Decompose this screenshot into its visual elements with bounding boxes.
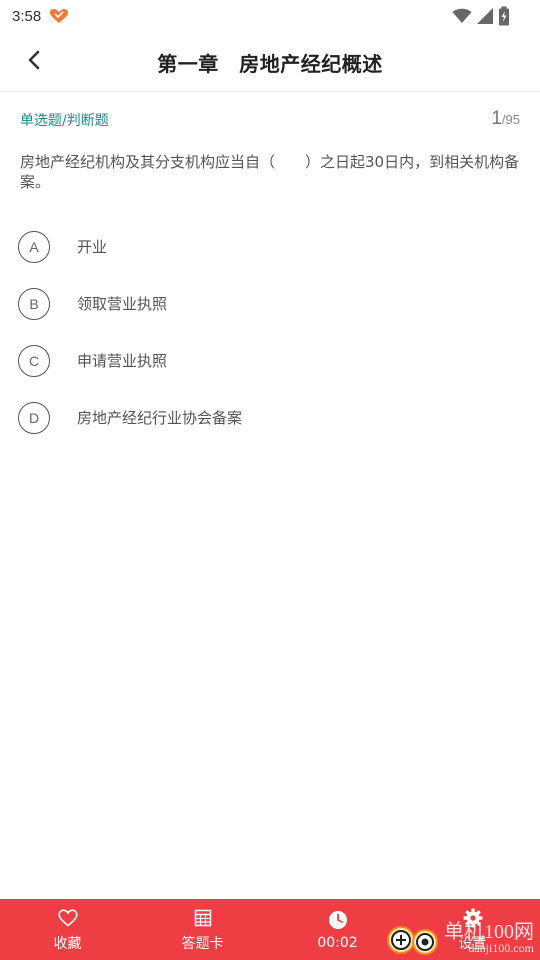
favorite-label: 收藏 bbox=[53, 935, 82, 952]
option-d[interactable]: D 房地产经纪行业协会备案 bbox=[18, 389, 518, 446]
clock-icon bbox=[327, 909, 349, 931]
option-letter: D bbox=[18, 401, 50, 434]
question-progress: 1/95 bbox=[491, 108, 520, 130]
option-letter: A bbox=[18, 230, 50, 263]
option-letter: B bbox=[18, 287, 50, 320]
calendar-grid-icon bbox=[192, 907, 214, 929]
page-title: 第一章 房地产经纪概述 bbox=[157, 52, 383, 76]
status-bar: 3:58 bbox=[0, 0, 540, 32]
status-time: 3:58 bbox=[12, 7, 42, 25]
option-text: 申请营业执照 bbox=[77, 352, 168, 370]
option-c[interactable]: C 申请营业执照 bbox=[18, 332, 518, 389]
option-text: 开业 bbox=[77, 238, 108, 256]
gear-icon bbox=[462, 907, 484, 929]
timer-label: 00:02 bbox=[317, 934, 358, 951]
signal-icon bbox=[476, 7, 494, 29]
wifi-icon bbox=[452, 8, 472, 28]
option-letter: C bbox=[18, 344, 50, 377]
status-icons bbox=[452, 6, 510, 30]
option-text: 领取营业执照 bbox=[77, 295, 168, 313]
question-text: 房地产经纪机构及其分支机构应当自（ ）之日起30日内，到相关机构备案。 bbox=[20, 153, 520, 191]
option-text: 房地产经纪行业协会备案 bbox=[77, 409, 243, 427]
header: 第一章 房地产经纪概述 bbox=[0, 32, 540, 92]
option-b[interactable]: B 领取营业执照 bbox=[18, 275, 518, 332]
question-current: 1 bbox=[491, 108, 502, 129]
favorite-button[interactable]: 收藏 bbox=[0, 899, 135, 960]
options-list: A 开业 B 领取营业执照 C 申请营业执照 D 房地产经纪行业协会备案 bbox=[18, 218, 518, 446]
answer-card-label: 答题卡 bbox=[181, 935, 224, 952]
question-total: /95 bbox=[501, 112, 520, 127]
settings-button[interactable]: 设置 bbox=[405, 899, 540, 960]
battery-icon bbox=[498, 6, 510, 30]
settings-label: 设置 bbox=[458, 935, 487, 952]
bottom-toolbar: 收藏 答题卡 00:02 设置 单机100网 danji100.com bbox=[0, 899, 540, 960]
answer-card-button[interactable]: 答题卡 bbox=[135, 899, 270, 960]
question-type-label: 单选题/判断题 bbox=[20, 113, 109, 129]
option-a[interactable]: A 开业 bbox=[18, 218, 518, 275]
heart-icon bbox=[57, 907, 79, 929]
app-notification-icon bbox=[49, 8, 69, 24]
timer-button[interactable]: 00:02 bbox=[270, 899, 405, 960]
